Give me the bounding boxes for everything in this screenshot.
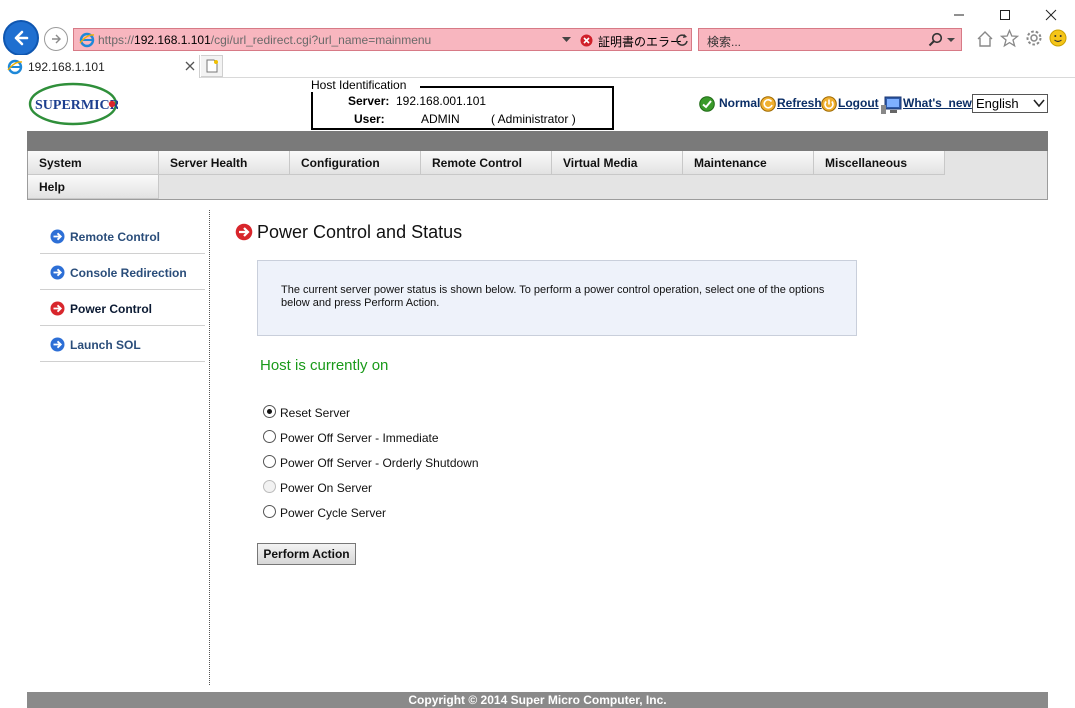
address-prefix: https:// [98, 33, 135, 47]
user-value: ADMIN [421, 112, 460, 126]
option-label: Power On Server [280, 481, 373, 495]
search-icon[interactable] [928, 32, 944, 48]
option-label: Power Off Server - Orderly Shutdown [280, 456, 479, 470]
address-path: /cgi/url_redirect.cgi?url_name=mainmenu [210, 33, 432, 47]
address-text: https://192.168.1.101/cgi/url_redirect.c… [98, 33, 431, 47]
browser-tab[interactable]: 192.168.1.101 [0, 55, 200, 78]
copyright-text: Copyright © 2014 Super Micro Computer, I… [408, 693, 667, 707]
option-label: Power Off Server - Immediate [280, 431, 439, 445]
close-window-button[interactable] [1038, 4, 1064, 26]
option-label: Power Cycle Server [280, 506, 387, 520]
menu-server-health[interactable]: Server Health [159, 151, 290, 175]
host-identification-title: Host Identification [311, 78, 409, 92]
normal-status-link[interactable]: Normal [719, 96, 760, 110]
maximize-button[interactable] [992, 4, 1018, 26]
menu-miscellaneous[interactable]: Miscellaneous [814, 151, 945, 175]
server-value: 192.168.001.101 [396, 94, 487, 108]
home-icon[interactable] [976, 30, 994, 48]
user-role: ( Administrator ) [491, 112, 576, 126]
header-divider-bar [27, 131, 1048, 151]
power-cycle-server-radio[interactable] [263, 505, 276, 518]
blue-arrow-icon [50, 337, 65, 352]
ie-tab-icon [7, 59, 23, 75]
address-host: 192.168.1.101 [134, 33, 211, 47]
sidebar-item-label: Remote Control [70, 230, 160, 244]
cert-error-icon[interactable] [580, 34, 593, 47]
whats-new-link[interactable]: What's_new [903, 96, 972, 110]
search-bar[interactable]: 検索... [698, 28, 962, 51]
ie-page-icon [79, 32, 95, 48]
chevron-down-icon [1033, 99, 1045, 108]
close-tab-icon[interactable] [185, 61, 195, 71]
info-box: The current server power status is shown… [257, 260, 857, 336]
footer-bar: Copyright © 2014 Super Micro Computer, I… [27, 692, 1048, 708]
power-on-server-radio [263, 480, 276, 493]
server-label: Server: [348, 94, 390, 108]
menu-remote-control[interactable]: Remote Control [421, 151, 552, 175]
status-ok-icon [699, 96, 715, 112]
red-arrow-icon [50, 301, 65, 316]
menu-help[interactable]: Help [28, 175, 159, 199]
user-label: User: [354, 112, 385, 126]
logout-icon[interactable] [821, 96, 837, 112]
reset-server-radio[interactable] [263, 405, 276, 418]
option-label: Reset Server [280, 406, 351, 420]
menu-maintenance[interactable]: Maintenance [683, 151, 814, 175]
sidebar-item-power-control[interactable]: Power Control [40, 290, 205, 326]
back-button[interactable] [3, 20, 39, 56]
refresh-icon[interactable] [760, 96, 776, 112]
favorites-star-icon[interactable] [1000, 29, 1019, 48]
blue-arrow-icon [50, 265, 65, 280]
new-tab-button[interactable] [201, 55, 223, 77]
power-off-immediate-radio[interactable] [263, 430, 276, 443]
search-dropdown-icon[interactable] [947, 38, 955, 43]
sidebar-item-console-redirection[interactable]: Console Redirection [40, 254, 205, 290]
back-arrow-icon [14, 30, 29, 46]
settings-gear-icon[interactable] [1025, 29, 1043, 47]
dropdown-arrow-icon[interactable] [562, 37, 571, 43]
sidebar-item-label: Power Control [70, 302, 153, 316]
language-value: English [976, 96, 1019, 111]
sidebar-item-remote-control[interactable]: Remote Control [40, 218, 205, 254]
logout-link[interactable]: Logout [838, 96, 879, 110]
menu-system[interactable]: System [28, 151, 159, 175]
refresh-link[interactable]: Refresh [777, 96, 822, 110]
page-title: Power Control and Status [257, 222, 463, 242]
main-menu: System Server Health Configuration Remot… [27, 151, 1048, 200]
sidebar-item-launch-sol[interactable]: Launch SOL [40, 326, 205, 362]
new-tab-icon [206, 59, 218, 73]
tab-title: 192.168.1.101 [28, 60, 105, 74]
forward-arrow-icon [52, 34, 61, 44]
power-status-text: Host is currently on [260, 357, 389, 374]
reload-icon[interactable] [675, 33, 689, 47]
cert-error-text[interactable]: 証明書のエラー [598, 33, 682, 50]
perform-action-button[interactable]: Perform Action [257, 543, 356, 565]
host-identification-box: Server: 192.168.001.101 User: ADMIN ( Ad… [311, 86, 614, 130]
address-bar[interactable]: https://192.168.1.101/cgi/url_redirect.c… [73, 28, 692, 51]
menu-configuration[interactable]: Configuration [290, 151, 421, 175]
browser-chrome: https://192.168.1.101/cgi/url_redirect.c… [0, 0, 1075, 78]
minimize-button[interactable] [946, 4, 972, 26]
language-select[interactable]: English [972, 94, 1048, 113]
menu-virtual-media[interactable]: Virtual Media [552, 151, 683, 175]
logo-text: SUPERMICR [35, 98, 118, 113]
hostbox-border-top [420, 86, 614, 88]
forward-button[interactable] [44, 27, 68, 51]
red-arrow-icon [235, 223, 253, 241]
blue-arrow-icon [50, 229, 65, 244]
info-text: The current server power status is shown… [281, 284, 825, 309]
sidebar-item-label: Console Redirection [70, 266, 187, 280]
power-off-orderly-radio[interactable] [263, 455, 276, 468]
feedback-smiley-icon[interactable] [1049, 29, 1067, 47]
sidebar-item-label: Launch SOL [70, 338, 141, 352]
search-input[interactable]: 検索... [707, 33, 741, 50]
whats-new-icon[interactable] [881, 96, 903, 114]
supermicro-logo: SUPERMICR [28, 82, 118, 126]
sidebar-divider [209, 210, 210, 685]
